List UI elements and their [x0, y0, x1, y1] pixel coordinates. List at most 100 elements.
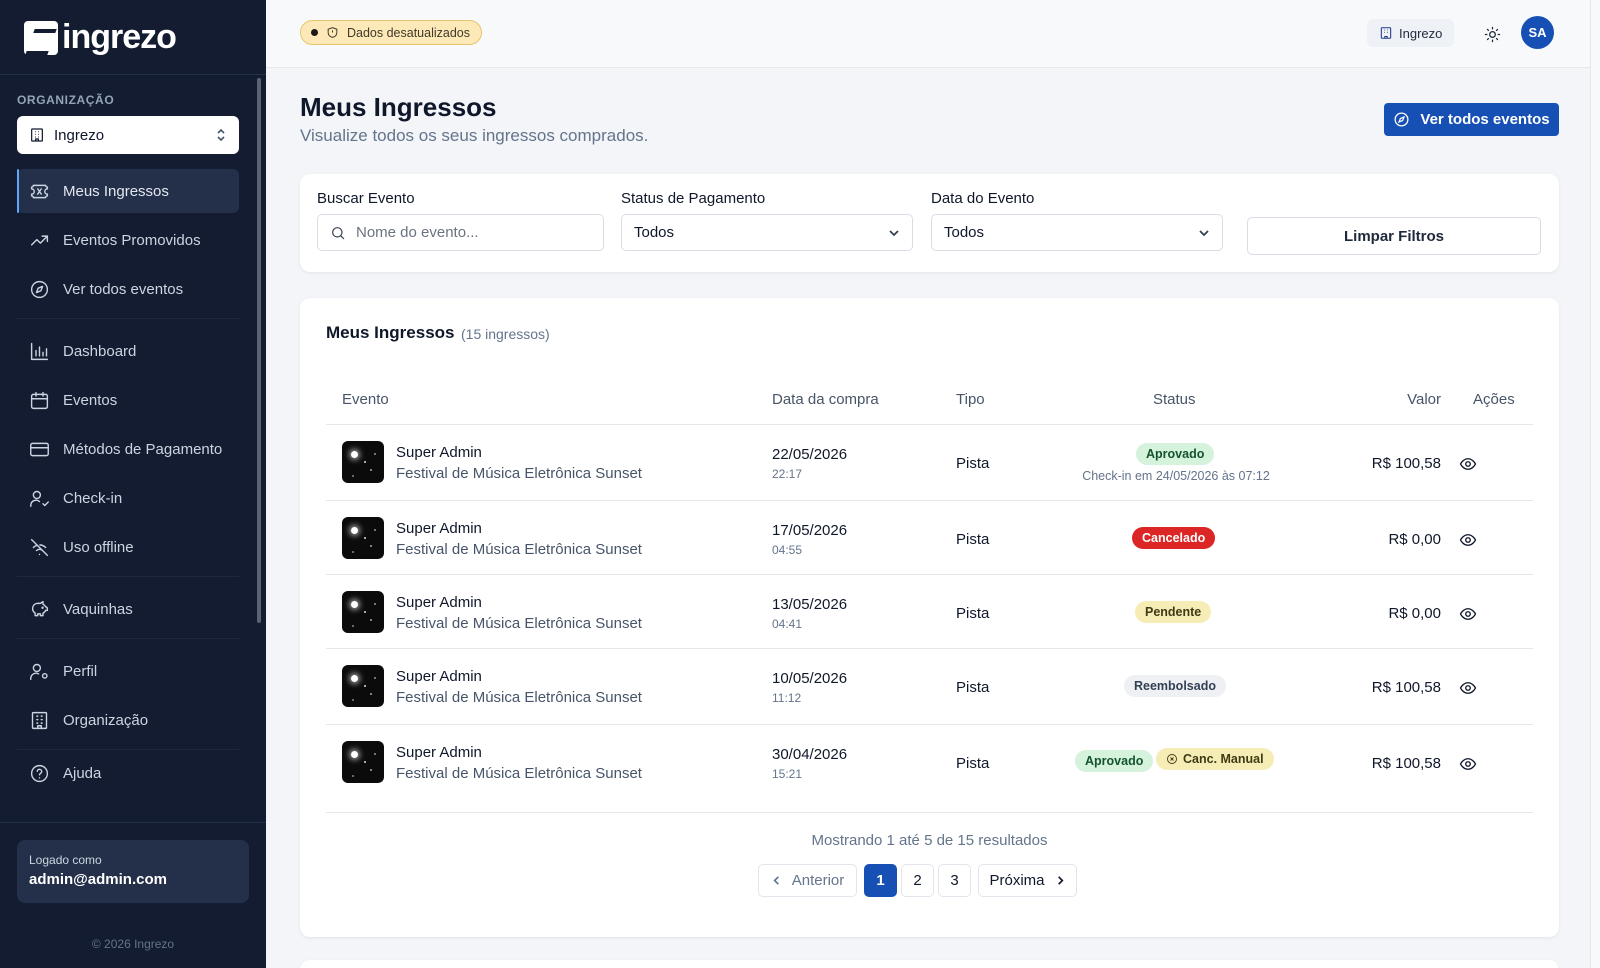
- column-header-type[interactable]: Tipo: [956, 391, 985, 408]
- ticket-icon: [30, 184, 49, 198]
- piggy-bank-icon: [31, 600, 49, 616]
- tickets-card: Meus Ingressos (15 ingressos) Evento Dat…: [300, 298, 1559, 937]
- sidebar-item-label: Perfil: [63, 662, 98, 680]
- user-cog-icon: [30, 663, 48, 680]
- pagination-next-button[interactable]: Próxima: [978, 864, 1077, 897]
- ticket-value: R$ 100,58: [1371, 679, 1441, 696]
- sidebar-item-ajuda[interactable]: Ajuda: [17, 751, 239, 795]
- org-switch-button[interactable]: Ingrezo: [1367, 19, 1455, 47]
- table-row[interactable]: Super Admin Festival de Música Eletrônic…: [326, 724, 1533, 812]
- sidebar-item-dashboard[interactable]: Dashboard: [17, 329, 239, 373]
- sidebar-item-perfil[interactable]: Perfil: [17, 649, 239, 693]
- status-badge[interactable]: Dados desatualizados: [300, 20, 482, 45]
- pagination-prev-button[interactable]: Anterior: [758, 864, 857, 897]
- sidebar-item-ver-todos-eventos[interactable]: Ver todos eventos: [17, 267, 239, 311]
- payment-status-select[interactable]: Todos: [621, 214, 913, 251]
- view-ticket-button[interactable]: [1459, 679, 1477, 697]
- search-label: Buscar Evento: [317, 190, 415, 207]
- event-thumbnail: [342, 741, 384, 783]
- theme-toggle-button[interactable]: [1479, 21, 1505, 47]
- ticket-type: Pista: [956, 755, 990, 772]
- sidebar-item-meus-ingressos[interactable]: Meus Ingressos: [17, 169, 239, 213]
- user-check-icon: [30, 490, 49, 507]
- pagination-next-label: Próxima: [989, 872, 1045, 889]
- sidebar-item-eventos-promovidos[interactable]: Eventos Promovidos: [17, 218, 239, 262]
- view-ticket-button[interactable]: [1459, 455, 1477, 473]
- eye-icon: [1459, 608, 1477, 620]
- purchase-date: 13/05/2026: [772, 596, 848, 613]
- divider: [0, 74, 266, 75]
- compass-icon: [30, 280, 49, 298]
- event-date-value: Todos: [944, 224, 985, 241]
- sidebar-item-eventos[interactable]: Eventos: [17, 378, 239, 422]
- sidebar-item-organizacao[interactable]: Organização: [17, 698, 239, 742]
- sidebar-item-uso-offline[interactable]: Uso offline: [17, 525, 239, 569]
- ticket-value: R$ 100,58: [1371, 755, 1441, 772]
- purchase-time: 15:21: [772, 767, 803, 781]
- event-date-select[interactable]: Todos: [931, 214, 1223, 251]
- sidebar-item-label: Organização: [63, 711, 149, 729]
- org-name: Ingrezo: [1399, 25, 1443, 41]
- x-circle-icon: [1167, 754, 1177, 764]
- status-badge-label: Dados desatualizados: [347, 25, 470, 40]
- view-all-events-button[interactable]: Ver todos eventos: [1384, 103, 1559, 136]
- ticket-type: Pista: [956, 679, 990, 696]
- column-header-event[interactable]: Evento: [342, 391, 389, 408]
- purchase-date: 30/04/2026: [772, 746, 848, 763]
- page-scrollbar[interactable]: [1590, 0, 1600, 968]
- table-row[interactable]: Super Admin Festival de Música Eletrônic…: [326, 500, 1533, 574]
- credit-card-icon: [30, 442, 49, 456]
- event-thumbnail: [342, 665, 384, 707]
- column-header-status[interactable]: Status: [1153, 391, 1196, 408]
- clear-filters-button[interactable]: Limpar Filtros: [1247, 217, 1541, 255]
- divider: [326, 812, 1533, 813]
- ticket-type: Pista: [956, 531, 990, 548]
- column-header-value[interactable]: Valor: [1407, 391, 1441, 408]
- purchase-time: 04:41: [772, 617, 803, 631]
- pagination-page-1[interactable]: 1: [864, 864, 897, 897]
- checkin-info: Check-in em 24/05/2026 às 07:12: [1082, 469, 1270, 483]
- sidebar-item-vaquinhas[interactable]: Vaquinhas: [17, 587, 239, 631]
- chevron-left-icon: [773, 876, 779, 885]
- view-ticket-button[interactable]: [1459, 755, 1477, 773]
- payment-status-label: Status de Pagamento: [621, 190, 766, 207]
- chevron-down-icon: [889, 229, 899, 236]
- purchase-date: 22/05/2026: [772, 446, 848, 463]
- sidebar-scrollbar[interactable]: [257, 78, 261, 623]
- view-ticket-button[interactable]: [1459, 531, 1477, 549]
- table-row[interactable]: Super Admin Festival de Música Eletrônic…: [326, 424, 1533, 500]
- topbar: Dados desatualizados Ingrezo SA: [266, 0, 1600, 68]
- event-name: Festival de Música Eletrônica Sunset: [396, 615, 642, 632]
- search-input[interactable]: Nome do evento...: [317, 214, 604, 251]
- ticket-value: R$ 0,00: [1388, 605, 1441, 622]
- payment-status-value: Todos: [634, 224, 675, 241]
- sidebar-item-label: Métodos de Pagamento: [63, 440, 223, 458]
- brand-logo[interactable]: ingrezo: [24, 18, 177, 57]
- eye-icon: [1459, 534, 1477, 546]
- sidebar-item-check-in[interactable]: Check-in: [17, 476, 239, 520]
- status-badge: Cancelado: [1132, 527, 1216, 549]
- view-ticket-button[interactable]: [1459, 605, 1477, 623]
- status-badge: Reembolsado: [1124, 675, 1226, 697]
- purchase-time: 04:55: [772, 543, 803, 557]
- next-section-card: [300, 960, 1559, 968]
- trending-up-icon: [30, 234, 49, 246]
- column-header-purchase-date[interactable]: Data da compra: [772, 391, 879, 408]
- purchase-time: 22:17: [772, 467, 803, 481]
- eye-icon: [1459, 758, 1477, 770]
- shield-icon: [327, 27, 338, 38]
- ticket-holder: Super Admin: [396, 744, 482, 761]
- compass-icon: [1394, 112, 1409, 127]
- ticket-type: Pista: [956, 455, 990, 472]
- org-select[interactable]: Ingrezo: [17, 116, 239, 154]
- eye-icon: [1459, 458, 1477, 470]
- avatar[interactable]: SA: [1521, 16, 1554, 49]
- pagination-page-3[interactable]: 3: [938, 864, 971, 897]
- pagination-page-2[interactable]: 2: [901, 864, 934, 897]
- purchase-date: 17/05/2026: [772, 522, 848, 539]
- table-row[interactable]: Super Admin Festival de Música Eletrônic…: [326, 574, 1533, 648]
- table-row[interactable]: Super Admin Festival de Música Eletrônic…: [326, 648, 1533, 724]
- logo-mark-icon: [24, 20, 58, 55]
- sidebar-item-metodos-pagamento[interactable]: Métodos de Pagamento: [17, 427, 239, 471]
- help-circle-icon: [30, 764, 49, 782]
